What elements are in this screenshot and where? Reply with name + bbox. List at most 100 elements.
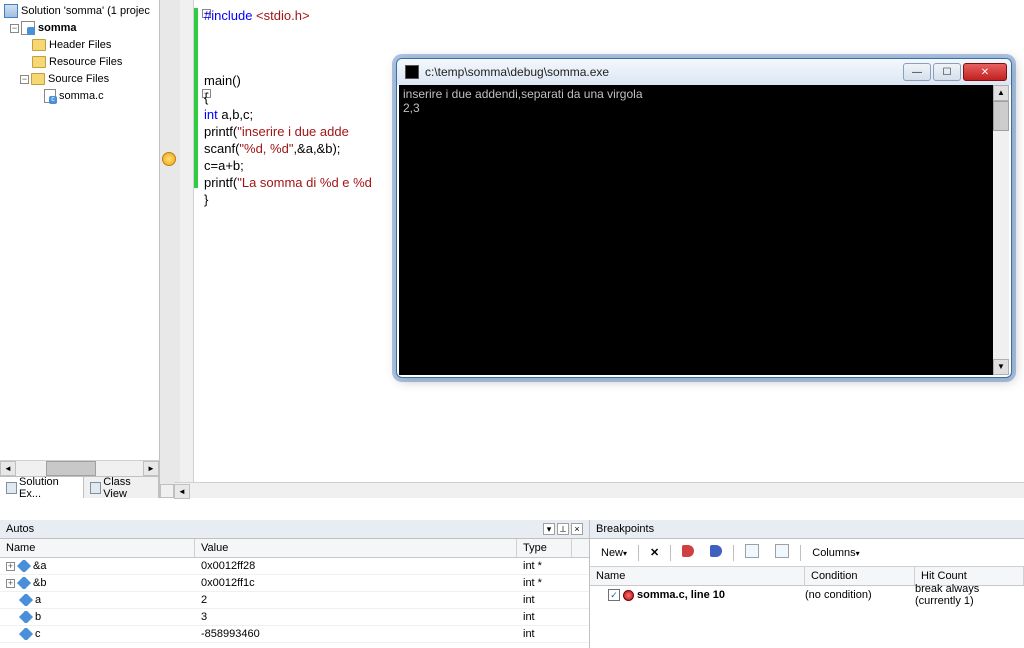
- columns-button[interactable]: Columns▾: [807, 545, 864, 561]
- delete-button[interactable]: ✕: [645, 544, 664, 561]
- var-name: b: [35, 611, 41, 623]
- goto-source-button[interactable]: [740, 542, 764, 563]
- variable-icon: [19, 594, 33, 606]
- panel-title-text: Breakpoints: [596, 523, 654, 535]
- new-breakpoint-button[interactable]: New▾: [596, 545, 632, 561]
- console-vscrollbar[interactable]: ▲ ▼: [993, 85, 1009, 375]
- tab-solution-explorer[interactable]: Solution Ex...: [0, 477, 84, 498]
- scroll-thumb[interactable]: [46, 461, 96, 476]
- scroll-left-arrow-icon[interactable]: ◄: [174, 484, 190, 499]
- solution-icon: [4, 4, 18, 18]
- col-name[interactable]: Name: [0, 539, 195, 557]
- console-title-text: c:\temp\somma\debug\somma.exe: [425, 65, 897, 79]
- var-name: &a: [33, 560, 46, 572]
- editor-hscrollbar[interactable]: ◄: [174, 482, 1024, 498]
- breakpoints-title[interactable]: Breakpoints: [590, 520, 1024, 539]
- console-line: 2,3: [403, 101, 1005, 115]
- current-line-arrow-icon: [162, 152, 176, 166]
- horizontal-scrollbar[interactable]: ◄ ►: [0, 460, 159, 476]
- var-value: -858993460: [195, 628, 517, 640]
- autos-row[interactable]: c-858993460int: [0, 626, 589, 643]
- folder-label: Header Files: [49, 39, 111, 51]
- expander-icon[interactable]: −: [20, 75, 29, 84]
- folder-label: Resource Files: [49, 56, 122, 68]
- folder-icon: [31, 73, 45, 85]
- solution-node[interactable]: Solution 'somma' (1 projec: [4, 3, 159, 19]
- var-type: int: [517, 611, 572, 623]
- scroll-right-arrow-icon[interactable]: ►: [143, 461, 159, 476]
- code-content[interactable]: #include <stdio.h> main() { int a,b,c; p…: [204, 8, 372, 209]
- maximize-button[interactable]: ☐: [933, 63, 961, 81]
- tab-class-view[interactable]: Class View: [84, 477, 159, 498]
- autos-title[interactable]: Autos ▾⟂×: [0, 520, 589, 539]
- bp-name-text: somma.c, line 10: [637, 589, 725, 601]
- project-node[interactable]: − somma: [4, 20, 159, 36]
- close-button[interactable]: ✕: [963, 63, 1007, 81]
- scroll-thumb[interactable]: [993, 101, 1009, 131]
- expander-icon[interactable]: −: [10, 24, 19, 33]
- solution-explorer-panel: Solution 'somma' (1 projec − somma Heade…: [0, 0, 160, 498]
- flag-button[interactable]: [705, 543, 727, 562]
- c-file-icon: [44, 89, 56, 103]
- bp-cond-text: (no condition): [805, 589, 915, 601]
- disable-all-button[interactable]: [677, 543, 699, 562]
- breakpoints-toolbar: New▾ ✕ Columns▾: [590, 539, 1024, 567]
- folder-header-files[interactable]: Header Files: [4, 37, 159, 53]
- checkbox[interactable]: ✓: [608, 589, 620, 601]
- file-somma-c[interactable]: somma.c: [4, 88, 159, 104]
- var-type: int: [517, 628, 572, 640]
- var-name: a: [35, 594, 41, 606]
- col-name[interactable]: Name: [590, 567, 805, 585]
- console-line: inserire i due addendi,separati da una v…: [403, 87, 1005, 101]
- var-value: 3: [195, 611, 517, 623]
- var-type: int *: [517, 577, 572, 589]
- var-value: 2: [195, 594, 517, 606]
- col-condition[interactable]: Condition: [805, 567, 915, 585]
- tab-label: Class View: [103, 476, 152, 500]
- console-output[interactable]: inserire i due addendi,separati da una v…: [399, 85, 1009, 375]
- variable-icon: [17, 560, 31, 572]
- flag-blue-icon: [710, 545, 722, 557]
- project-icon: [21, 21, 35, 35]
- col-value[interactable]: Value: [195, 539, 517, 557]
- variable-icon: [19, 611, 33, 623]
- project-label: somma: [38, 22, 77, 34]
- autos-row[interactable]: +&b0x0012ff1cint *: [0, 575, 589, 592]
- folder-source-files[interactable]: − Source Files: [4, 71, 159, 87]
- change-marker: [194, 8, 198, 188]
- splitter-grip[interactable]: [160, 484, 174, 498]
- expander-icon[interactable]: +: [6, 579, 15, 588]
- breakpoints-panel: Breakpoints New▾ ✕ Columns▾ Name Conditi…: [590, 520, 1024, 648]
- scroll-down-arrow-icon[interactable]: ▼: [993, 359, 1009, 375]
- goto-disasm-button[interactable]: [770, 542, 794, 563]
- minimize-button[interactable]: —: [903, 63, 931, 81]
- console-window[interactable]: c:\temp\somma\debug\somma.exe — ☐ ✕ inse…: [396, 58, 1012, 378]
- scroll-up-arrow-icon[interactable]: ▲: [993, 85, 1009, 101]
- solution-tree[interactable]: Solution 'somma' (1 projec − somma Heade…: [0, 0, 159, 104]
- var-type: int *: [517, 560, 572, 572]
- expander-icon[interactable]: +: [6, 562, 15, 571]
- panel-title-text: Autos: [6, 523, 34, 535]
- autos-panel: Autos ▾⟂× Name Value Type +&a0x0012ff28i…: [0, 520, 590, 648]
- scroll-left-arrow-icon[interactable]: ◄: [0, 461, 16, 476]
- solution-explorer-icon: [6, 482, 17, 494]
- breakpoint-margin[interactable]: [160, 0, 180, 494]
- bp-hit-text: break always (currently 1): [915, 583, 1024, 607]
- folder-resource-files[interactable]: Resource Files: [4, 54, 159, 70]
- breakpoint-row[interactable]: ✓ somma.c, line 10 (no condition) break …: [590, 586, 1024, 604]
- file-label: somma.c: [59, 90, 104, 102]
- close-icon[interactable]: ×: [571, 523, 583, 535]
- var-type: int: [517, 594, 572, 606]
- dropdown-icon[interactable]: ▾: [543, 523, 555, 535]
- autos-row[interactable]: +&a0x0012ff28int *: [0, 558, 589, 575]
- folder-icon: [32, 56, 46, 68]
- autos-row[interactable]: a 2int: [0, 592, 589, 609]
- var-value: 0x0012ff1c: [195, 577, 517, 589]
- console-titlebar[interactable]: c:\temp\somma\debug\somma.exe — ☐ ✕: [397, 59, 1011, 85]
- tab-label: Solution Ex...: [19, 476, 77, 500]
- pin-icon[interactable]: ⟂: [557, 523, 569, 535]
- autos-row[interactable]: b 3int: [0, 609, 589, 626]
- col-type[interactable]: Type: [517, 539, 572, 557]
- goto-icon: [775, 544, 789, 558]
- autos-rows: +&a0x0012ff28int *+&b0x0012ff1cint *a2in…: [0, 558, 589, 643]
